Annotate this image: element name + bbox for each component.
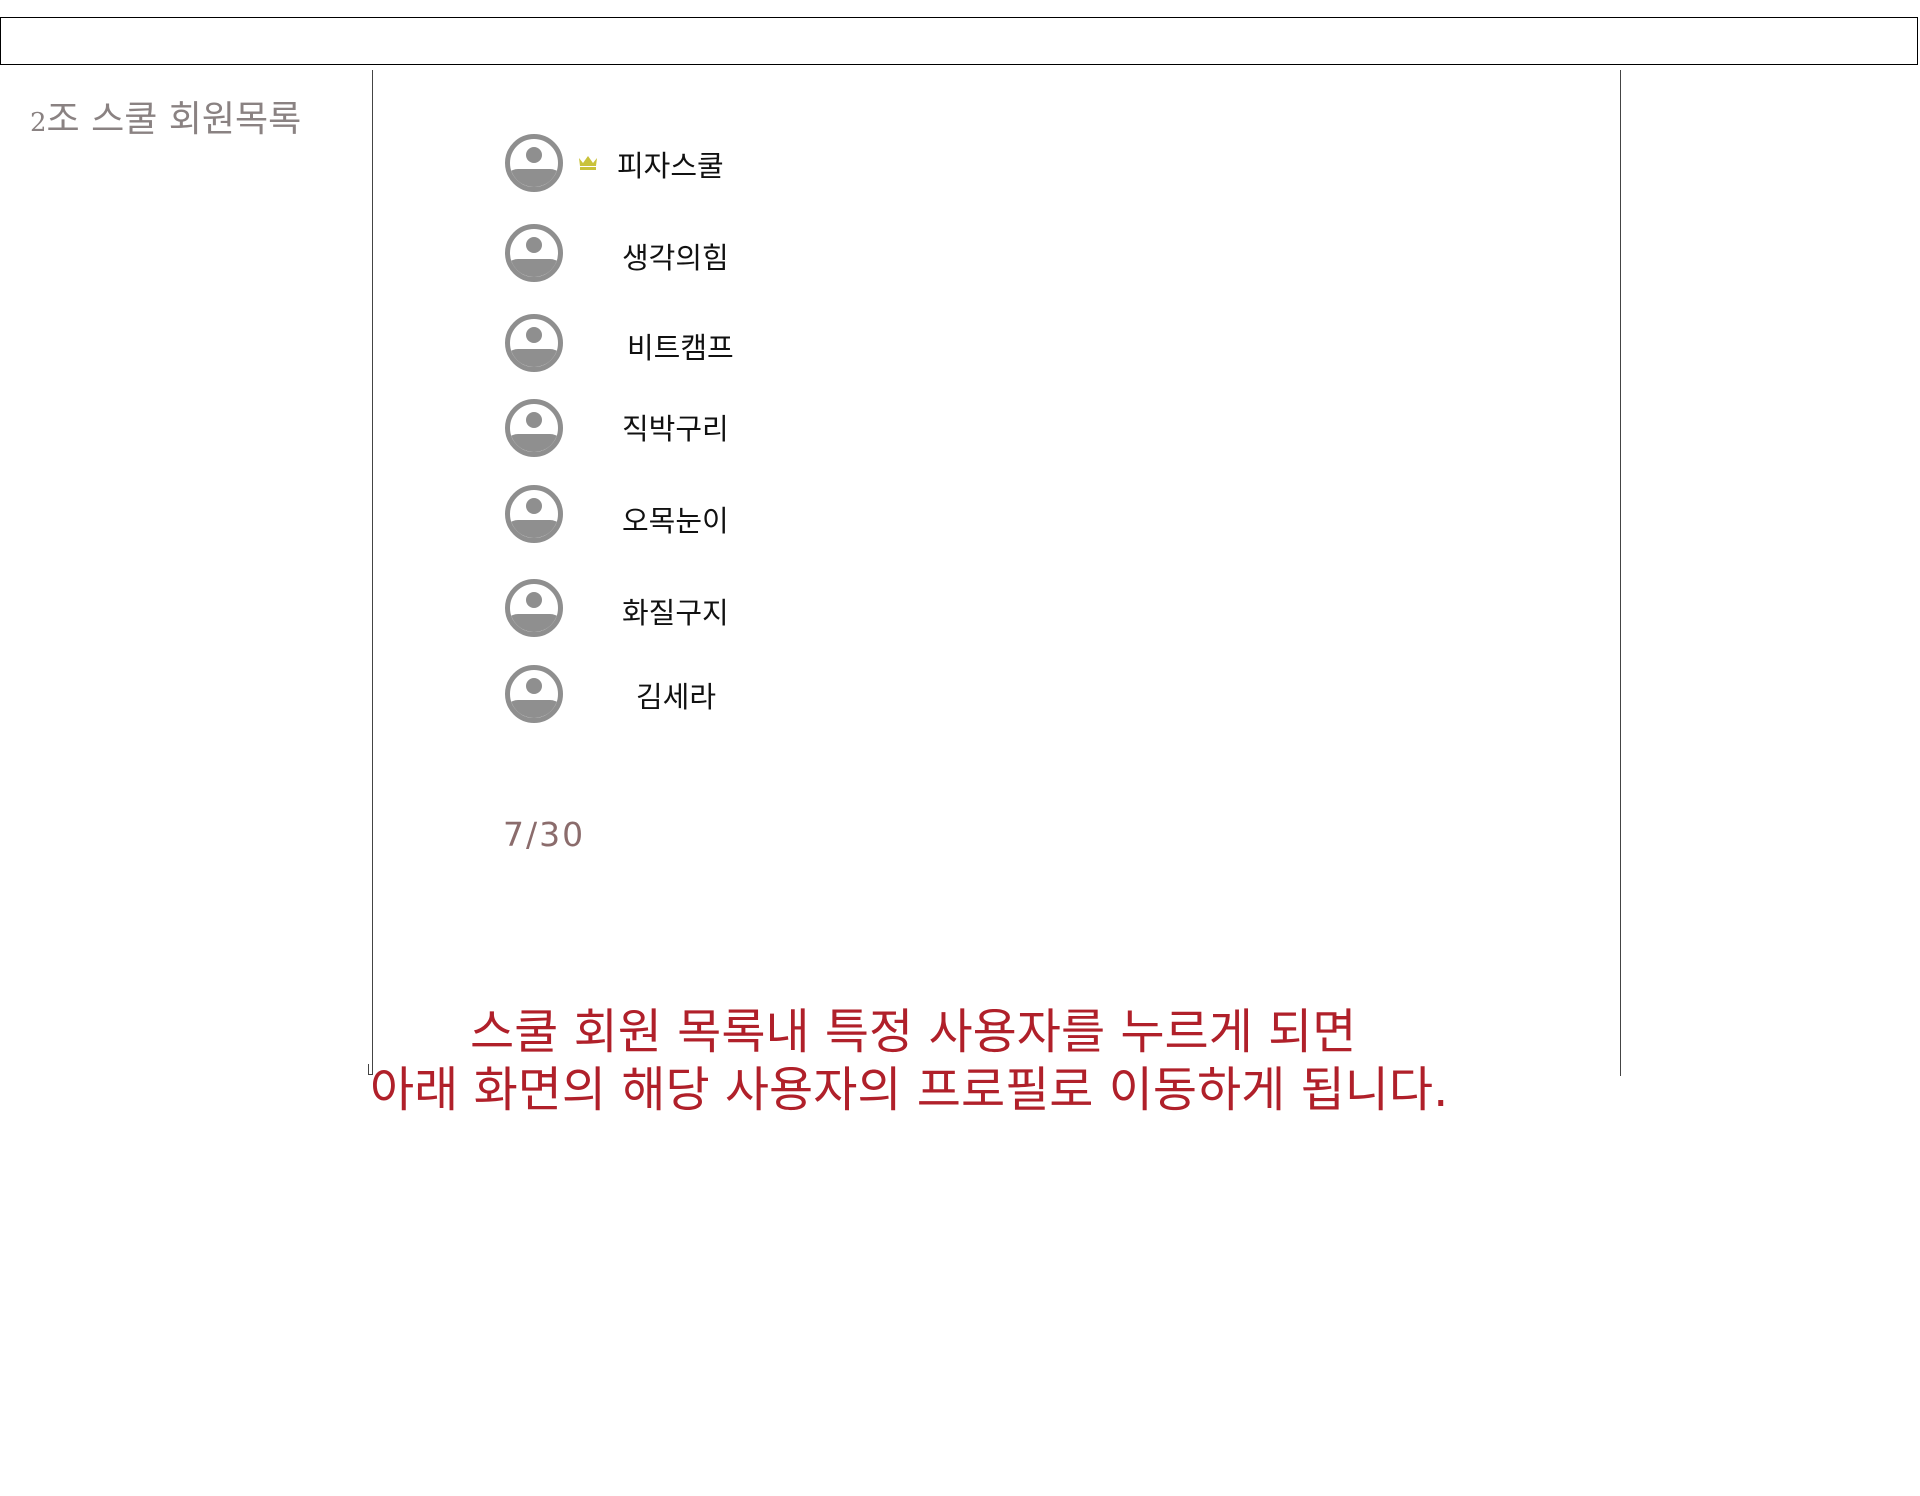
page-title: 2조 스쿨 회원목록 bbox=[30, 90, 301, 142]
user-avatar-icon bbox=[505, 314, 563, 372]
member-list-item[interactable]: 생각의힘 bbox=[504, 223, 824, 283]
member-list-item[interactable]: 오목눈이 bbox=[504, 484, 824, 544]
content-left-border bbox=[372, 70, 373, 1074]
member-name: 오목눈이 bbox=[622, 504, 729, 538]
page-title-number: 2 bbox=[30, 108, 47, 138]
user-avatar-icon bbox=[505, 224, 563, 282]
member-list-item[interactable]: 피자스쿨 bbox=[504, 133, 824, 193]
member-list-item[interactable]: 직박구리 bbox=[504, 398, 824, 458]
top-bar bbox=[0, 17, 1918, 65]
user-avatar-icon bbox=[505, 485, 563, 543]
member-name: 화질구지 bbox=[622, 596, 729, 630]
annotation-line-2: 아래 화면의 해당 사용자의 프로필로 이동하게 됩니다. bbox=[370, 1062, 1449, 1118]
member-name: 피자스쿨 bbox=[617, 149, 724, 183]
user-avatar-icon bbox=[505, 399, 563, 457]
member-list-item[interactable]: 비트캠프 bbox=[504, 313, 824, 373]
member-list-item[interactable]: 화질구지 bbox=[504, 578, 824, 638]
member-list-item[interactable]: 김세라 bbox=[504, 664, 824, 724]
member-count: 7/30 bbox=[503, 815, 586, 854]
user-avatar-icon bbox=[505, 579, 563, 637]
annotation-line-1: 스쿨 회원 목록내 특정 사용자를 누르게 되면 bbox=[470, 1004, 1357, 1060]
member-name: 생각의힘 bbox=[622, 241, 729, 275]
annotation-caption: 스쿨 회원 목록내 특정 사용자를 누르게 되면 아래 화면의 해당 사용자의 … bbox=[370, 1003, 1460, 1119]
member-name: 비트캠프 bbox=[627, 331, 734, 365]
user-avatar-icon bbox=[505, 665, 563, 723]
member-list: 피자스쿨 생각의힘 비트캠프 직박구리 오목눈이 화질구지 김세라 bbox=[0, 0, 1920, 1496]
member-name: 직박구리 bbox=[622, 412, 729, 446]
user-avatar-icon bbox=[505, 134, 563, 192]
crown-icon bbox=[579, 156, 597, 170]
page-title-text: 조 스쿨 회원목록 bbox=[46, 99, 302, 140]
member-name: 김세라 bbox=[636, 680, 717, 714]
content-right-border bbox=[1620, 70, 1621, 1076]
